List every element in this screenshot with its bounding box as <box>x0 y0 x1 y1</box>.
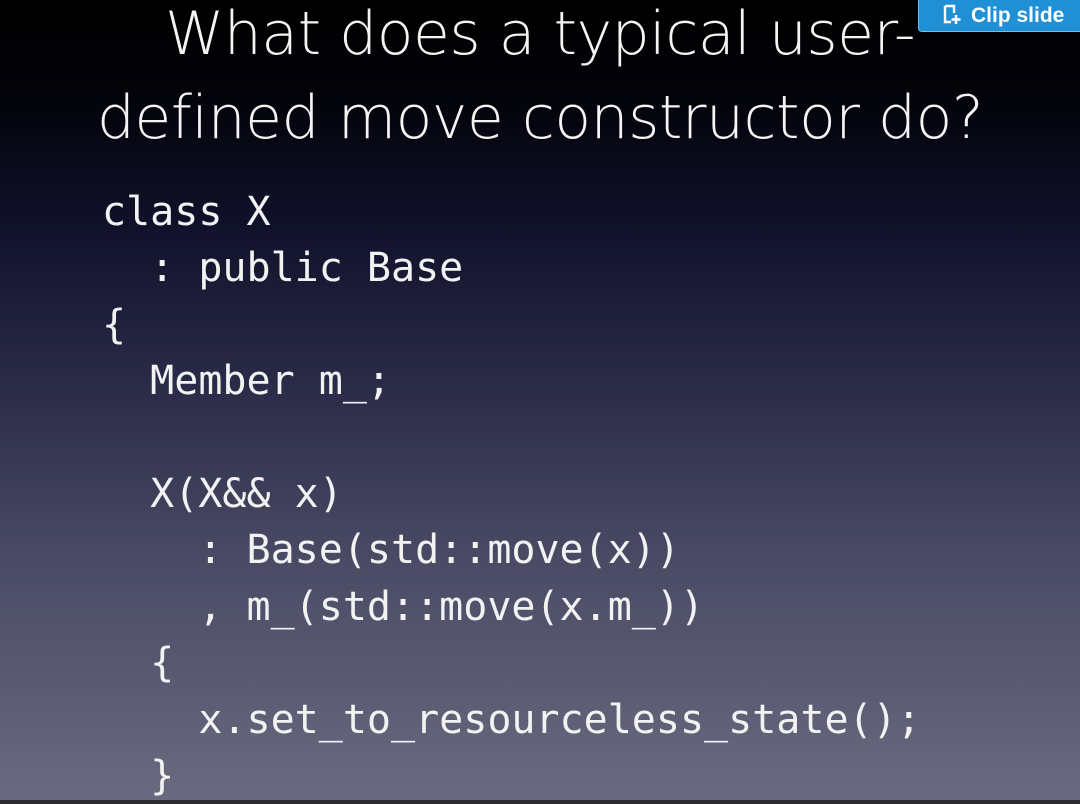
code-line: : Base(std::move(x)) <box>102 527 680 574</box>
clip-slide-label: Clip slide <box>971 3 1065 27</box>
clip-slide-icon <box>941 3 963 25</box>
bottom-divider <box>0 800 1080 804</box>
code-line: } <box>102 752 175 799</box>
slide-title-line: defined move constructor do? <box>96 83 984 153</box>
code-line: class X <box>102 189 271 235</box>
code-line: X(X&& x) <box>102 470 343 517</box>
code-line: { <box>102 301 127 348</box>
code-line: x.set_to_resourceless_state(); <box>102 696 921 743</box>
code-line: Member m_; <box>102 358 391 405</box>
code-line: , m_(std::move(x.m_)) <box>102 583 705 630</box>
slide: What does a typical user- defined move c… <box>0 0 1080 800</box>
code-line: { <box>102 640 175 687</box>
code-block: class X : public Base { Member m_; X(X&& … <box>102 184 921 804</box>
code-line: : public Base <box>102 245 464 292</box>
clip-slide-button[interactable]: Clip slide <box>918 0 1080 32</box>
